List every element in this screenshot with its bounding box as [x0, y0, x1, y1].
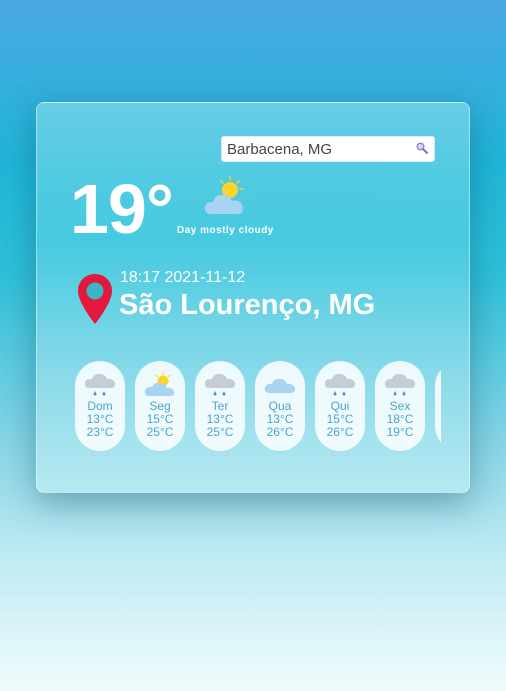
search-icon[interactable]: [416, 142, 428, 154]
forecast-day[interactable]: Sex 18°C 19°C: [375, 361, 425, 451]
forecast-day[interactable]: Dom 13°C 23°C: [75, 361, 125, 451]
current-temperature: 19°: [70, 170, 174, 248]
rain-cloud-icon: [84, 373, 116, 396]
city-name: São Lourenço, MG: [119, 289, 376, 321]
forecast-day-partial[interactable]: [435, 361, 441, 451]
sun-cloud-icon: [204, 176, 244, 214]
rain-cloud-icon: [384, 373, 416, 396]
local-datetime: 18:17 2021-11-12: [120, 269, 246, 286]
forecast-max-temp: 25°C: [206, 425, 234, 439]
forecast-max-temp: 26°C: [266, 425, 294, 439]
condition-text: Day mostly cloudy: [177, 225, 274, 236]
forecast-max-temp: 25°C: [146, 425, 174, 439]
search-input[interactable]: [222, 137, 407, 161]
rain-cloud-icon: [324, 373, 356, 396]
forecast-day[interactable]: Qui 15°C 26°C: [315, 361, 365, 451]
search-box[interactable]: [221, 136, 435, 162]
forecast-day[interactable]: Qua 13°C 26°C: [255, 361, 305, 451]
forecast-strip[interactable]: Dom 13°C 23°C Seg 15°C 25°C Ter 13°C 25°…: [75, 361, 441, 453]
forecast-day[interactable]: Seg 15°C 25°C: [135, 361, 185, 451]
rain-cloud-icon: [204, 373, 236, 396]
forecast-max-temp: 23°C: [86, 425, 114, 439]
forecast-day[interactable]: Ter 13°C 25°C: [195, 361, 245, 451]
forecast-max-temp: 26°C: [326, 425, 354, 439]
cloud-icon: [264, 378, 296, 393]
forecast-max-temp: 19°C: [386, 425, 414, 439]
sun-cloud-icon: [144, 371, 175, 396]
location-pin-icon: [78, 274, 112, 324]
weather-card: 19° Day mostly cloudy 18:17 2021-11-12 S…: [36, 102, 470, 493]
